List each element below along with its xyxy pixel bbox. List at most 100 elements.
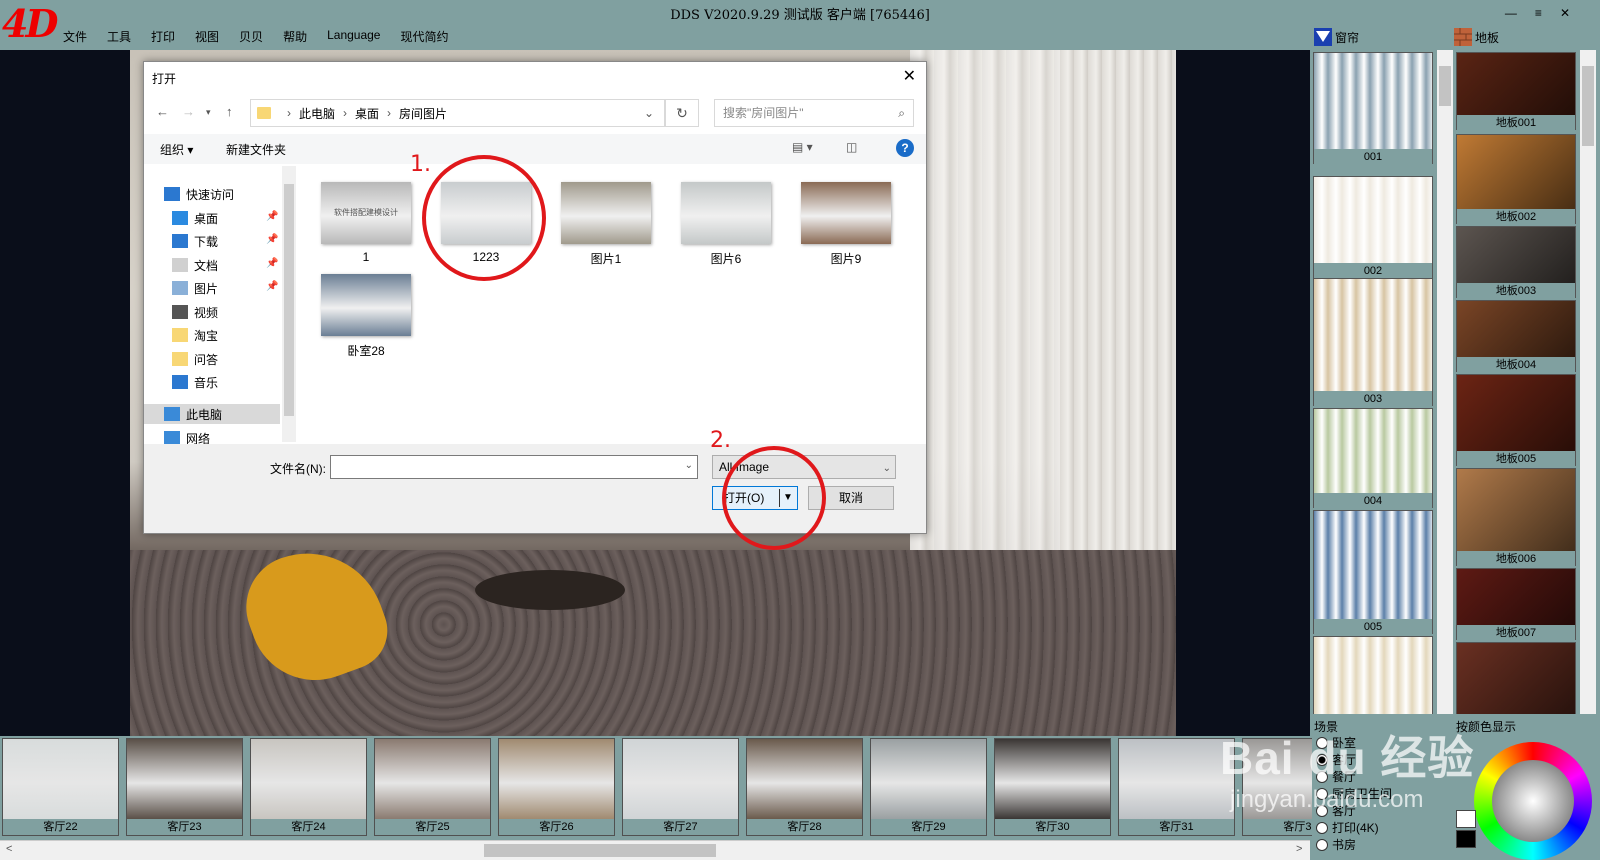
file-item[interactable]: 图片6 bbox=[676, 182, 776, 267]
scrollbar-thumb[interactable] bbox=[1439, 66, 1451, 106]
scene-thumbnail[interactable]: 客厅24 bbox=[250, 738, 367, 836]
minimize-button[interactable]: — bbox=[1505, 6, 1517, 20]
curtain-item[interactable]: 003 bbox=[1313, 278, 1433, 407]
file-item[interactable]: 卧室28 bbox=[316, 274, 416, 359]
scene-thumbnail-image bbox=[871, 739, 986, 819]
address-bar[interactable]: › 此电脑 › 桌面 › 房间图片 ⌄ bbox=[250, 99, 665, 127]
menu-style[interactable]: 现代简约 bbox=[400, 28, 448, 45]
nav-item[interactable]: 视频 bbox=[172, 302, 218, 322]
scene-radio[interactable]: 打印(4K) bbox=[1316, 819, 1446, 836]
scroll-left-arrow-icon[interactable]: < bbox=[6, 843, 12, 855]
nav-item[interactable]: 快速访问 bbox=[164, 184, 234, 204]
curtain-scrollbar[interactable] bbox=[1437, 50, 1453, 714]
nav-item[interactable]: 问答 bbox=[172, 349, 218, 369]
color-swatch[interactable] bbox=[1456, 830, 1476, 848]
curtain-item[interactable]: 002 bbox=[1313, 176, 1433, 279]
floor-item[interactable]: 地板004 bbox=[1456, 300, 1576, 373]
view-mode-icon[interactable]: ▤ ▾ bbox=[792, 140, 813, 154]
nav-item[interactable]: 网络 bbox=[164, 428, 210, 444]
nav-item[interactable]: 淘宝 bbox=[172, 325, 218, 345]
scene-thumbnail[interactable]: 客厅30 bbox=[994, 738, 1111, 836]
scene-thumbnail[interactable]: 客厅26 bbox=[498, 738, 615, 836]
help-icon[interactable]: ? bbox=[896, 139, 914, 157]
color-swatch[interactable] bbox=[1456, 810, 1476, 828]
floor-item[interactable]: 地板003 bbox=[1456, 226, 1576, 299]
address-dropdown-icon[interactable]: ⌄ bbox=[644, 106, 654, 120]
scene-radio[interactable]: 书房 bbox=[1316, 836, 1446, 853]
nav-item[interactable]: 下载 📌 bbox=[172, 231, 278, 251]
search-input[interactable]: 搜索"房间图片" ⌕ bbox=[714, 99, 914, 127]
floor-item[interactable]: 地板002 bbox=[1456, 134, 1576, 225]
forward-arrow-icon[interactable]: → bbox=[182, 104, 195, 119]
scene-thumbnail[interactable]: 客厅25 bbox=[374, 738, 491, 836]
breadcrumb-desktop[interactable]: 桌面 bbox=[355, 105, 379, 122]
scrollbar-thumb[interactable] bbox=[1582, 66, 1594, 146]
scroll-right-arrow-icon[interactable]: > bbox=[1296, 843, 1302, 855]
pin-icon[interactable]: 📌 bbox=[266, 211, 278, 222]
horizontal-scrollbar[interactable]: < > bbox=[0, 840, 1310, 860]
scrollbar-thumb[interactable] bbox=[284, 184, 294, 416]
nav-item-label: 桌面 bbox=[194, 211, 219, 226]
breadcrumb-chevron-icon[interactable]: › bbox=[387, 106, 391, 120]
scene-thumbnail[interactable]: 客厅27 bbox=[622, 738, 739, 836]
recent-dropdown-icon[interactable]: ▾ bbox=[206, 107, 211, 118]
pin-icon[interactable]: 📌 bbox=[266, 258, 278, 269]
nav-item[interactable]: 图片 📌 bbox=[172, 278, 278, 298]
menu-print[interactable]: 打印 bbox=[151, 28, 175, 45]
nav-item[interactable]: 文档 📌 bbox=[172, 255, 278, 275]
color-wheel[interactable] bbox=[1474, 742, 1592, 860]
breadcrumb-this-pc[interactable]: 此电脑 bbox=[299, 105, 335, 122]
close-button[interactable]: ✕ bbox=[1560, 6, 1570, 20]
curtains-tab[interactable]: 窗帘 bbox=[1314, 28, 1359, 46]
file-item[interactable]: 软件搭配建模设计 1 bbox=[316, 182, 416, 264]
new-folder-button[interactable]: 新建文件夹 bbox=[226, 141, 286, 158]
pin-icon[interactable]: 📌 bbox=[266, 281, 278, 292]
menu-view[interactable]: 视图 bbox=[195, 28, 219, 45]
nav-item[interactable]: 音乐 bbox=[172, 372, 218, 392]
floor-image bbox=[1457, 375, 1575, 451]
nav-item[interactable]: 桌面 📌 bbox=[172, 208, 278, 228]
floor-scrollbar[interactable] bbox=[1580, 50, 1596, 714]
back-arrow-icon[interactable]: ← bbox=[156, 104, 169, 119]
up-arrow-icon[interactable]: ↑ bbox=[226, 104, 233, 119]
refresh-icon[interactable]: ↻ bbox=[665, 99, 699, 127]
scene-thumbnail[interactable]: 客厅29 bbox=[870, 738, 987, 836]
menu-help[interactable]: 帮助 bbox=[283, 28, 307, 45]
menu-tools[interactable]: 工具 bbox=[107, 28, 131, 45]
menu-language[interactable]: Language bbox=[327, 28, 380, 45]
radio-icon[interactable] bbox=[1316, 838, 1328, 851]
download-icon bbox=[172, 234, 188, 248]
floor-item[interactable]: 地板006 bbox=[1456, 468, 1576, 567]
curtain-item[interactable]: 001 bbox=[1313, 52, 1433, 165]
dialog-close-icon[interactable]: ✕ bbox=[903, 66, 916, 86]
floor-item[interactable]: 地板007 bbox=[1456, 568, 1576, 641]
scrollbar-thumb[interactable] bbox=[484, 844, 716, 857]
menu-file[interactable]: 文件 bbox=[63, 28, 87, 45]
floors-tab[interactable]: 地板 bbox=[1454, 28, 1499, 46]
file-type-dropdown-icon[interactable]: ⌄ bbox=[883, 458, 891, 480]
floor-item[interactable]: 地板001 bbox=[1456, 52, 1576, 131]
pin-icon[interactable]: 📌 bbox=[266, 234, 278, 245]
filename-dropdown-icon[interactable]: ⌄ bbox=[685, 460, 693, 471]
breadcrumb-chevron-icon[interactable]: › bbox=[343, 106, 347, 120]
scene-thumbnail[interactable]: 客厅31 bbox=[1118, 738, 1235, 836]
curtain-item[interactable]: 004 bbox=[1313, 408, 1433, 509]
scene-thumbnail[interactable]: 客厅23 bbox=[126, 738, 243, 836]
scene-thumbnail[interactable]: 客厅22 bbox=[2, 738, 119, 836]
organize-button[interactable]: 组织 ▾ bbox=[160, 141, 193, 158]
menu-button[interactable]: ≡ bbox=[1535, 6, 1542, 20]
floor-item[interactable] bbox=[1456, 642, 1576, 714]
scene-thumbnail[interactable]: 客厅28 bbox=[746, 738, 863, 836]
file-item[interactable]: 图片1 bbox=[556, 182, 656, 267]
curtain-item[interactable]: 005 bbox=[1313, 510, 1433, 635]
breadcrumb-room-images[interactable]: 房间图片 bbox=[399, 105, 447, 122]
floor-item[interactable]: 地板005 bbox=[1456, 374, 1576, 467]
filename-input[interactable]: ⌄ bbox=[330, 455, 698, 479]
menu-beibei[interactable]: 贝贝 bbox=[239, 28, 263, 45]
curtain-item[interactable] bbox=[1313, 636, 1433, 714]
radio-icon[interactable] bbox=[1316, 821, 1328, 834]
preview-pane-icon[interactable]: ◫ bbox=[846, 140, 857, 154]
navigation-scrollbar[interactable] bbox=[282, 166, 296, 442]
nav-item[interactable]: 此电脑 bbox=[144, 404, 280, 424]
file-item[interactable]: 图片9 bbox=[796, 182, 896, 267]
